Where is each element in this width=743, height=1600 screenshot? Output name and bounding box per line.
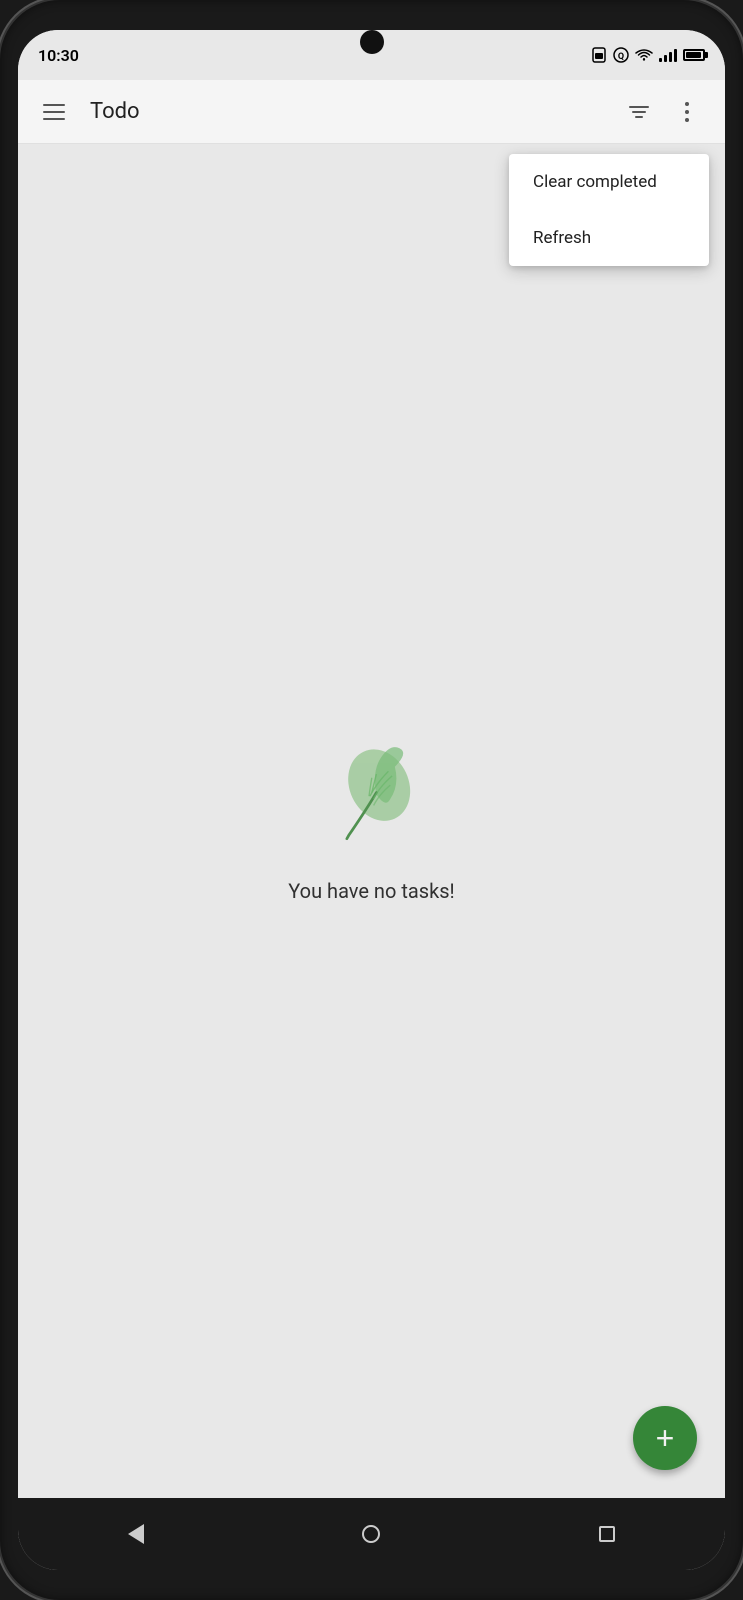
toolbar-actions: [617, 90, 709, 134]
home-button[interactable]: [341, 1504, 401, 1564]
filter-icon: [629, 106, 649, 118]
notification-icon: Q: [613, 47, 629, 63]
recents-button[interactable]: [577, 1504, 637, 1564]
filter-button[interactable]: [617, 90, 661, 134]
nav-bar: [18, 1498, 725, 1570]
camera-notch: [360, 30, 384, 54]
refresh-item[interactable]: Refresh: [509, 210, 709, 266]
recents-icon: [599, 1526, 615, 1542]
back-icon: [128, 1524, 144, 1544]
main-content: Clear completed Refresh: [18, 144, 725, 1498]
home-icon: [362, 1525, 380, 1543]
hamburger-icon: [43, 118, 65, 120]
status-icons: Q: [591, 47, 705, 63]
signal-icon: [659, 48, 677, 62]
wifi-icon: [635, 48, 653, 62]
dropdown-menu: Clear completed Refresh: [509, 154, 709, 266]
sim-icon: [591, 47, 607, 63]
menu-overlay[interactable]: [18, 144, 725, 1498]
hamburger-menu-button[interactable]: [34, 92, 74, 132]
hamburger-icon: [43, 104, 65, 106]
app-bar: Todo: [18, 80, 725, 144]
back-button[interactable]: [106, 1504, 166, 1564]
svg-text:Q: Q: [618, 52, 624, 62]
clear-completed-item[interactable]: Clear completed: [509, 154, 709, 210]
battery-icon: [683, 49, 705, 61]
more-options-icon: [685, 102, 689, 122]
hamburger-icon: [43, 111, 65, 113]
phone-frame: 10:30 Q: [0, 0, 743, 1600]
phone-screen: 10:30 Q: [18, 30, 725, 1570]
more-options-button[interactable]: [665, 90, 709, 134]
status-time: 10:30: [38, 46, 79, 65]
app-title: Todo: [90, 99, 617, 124]
